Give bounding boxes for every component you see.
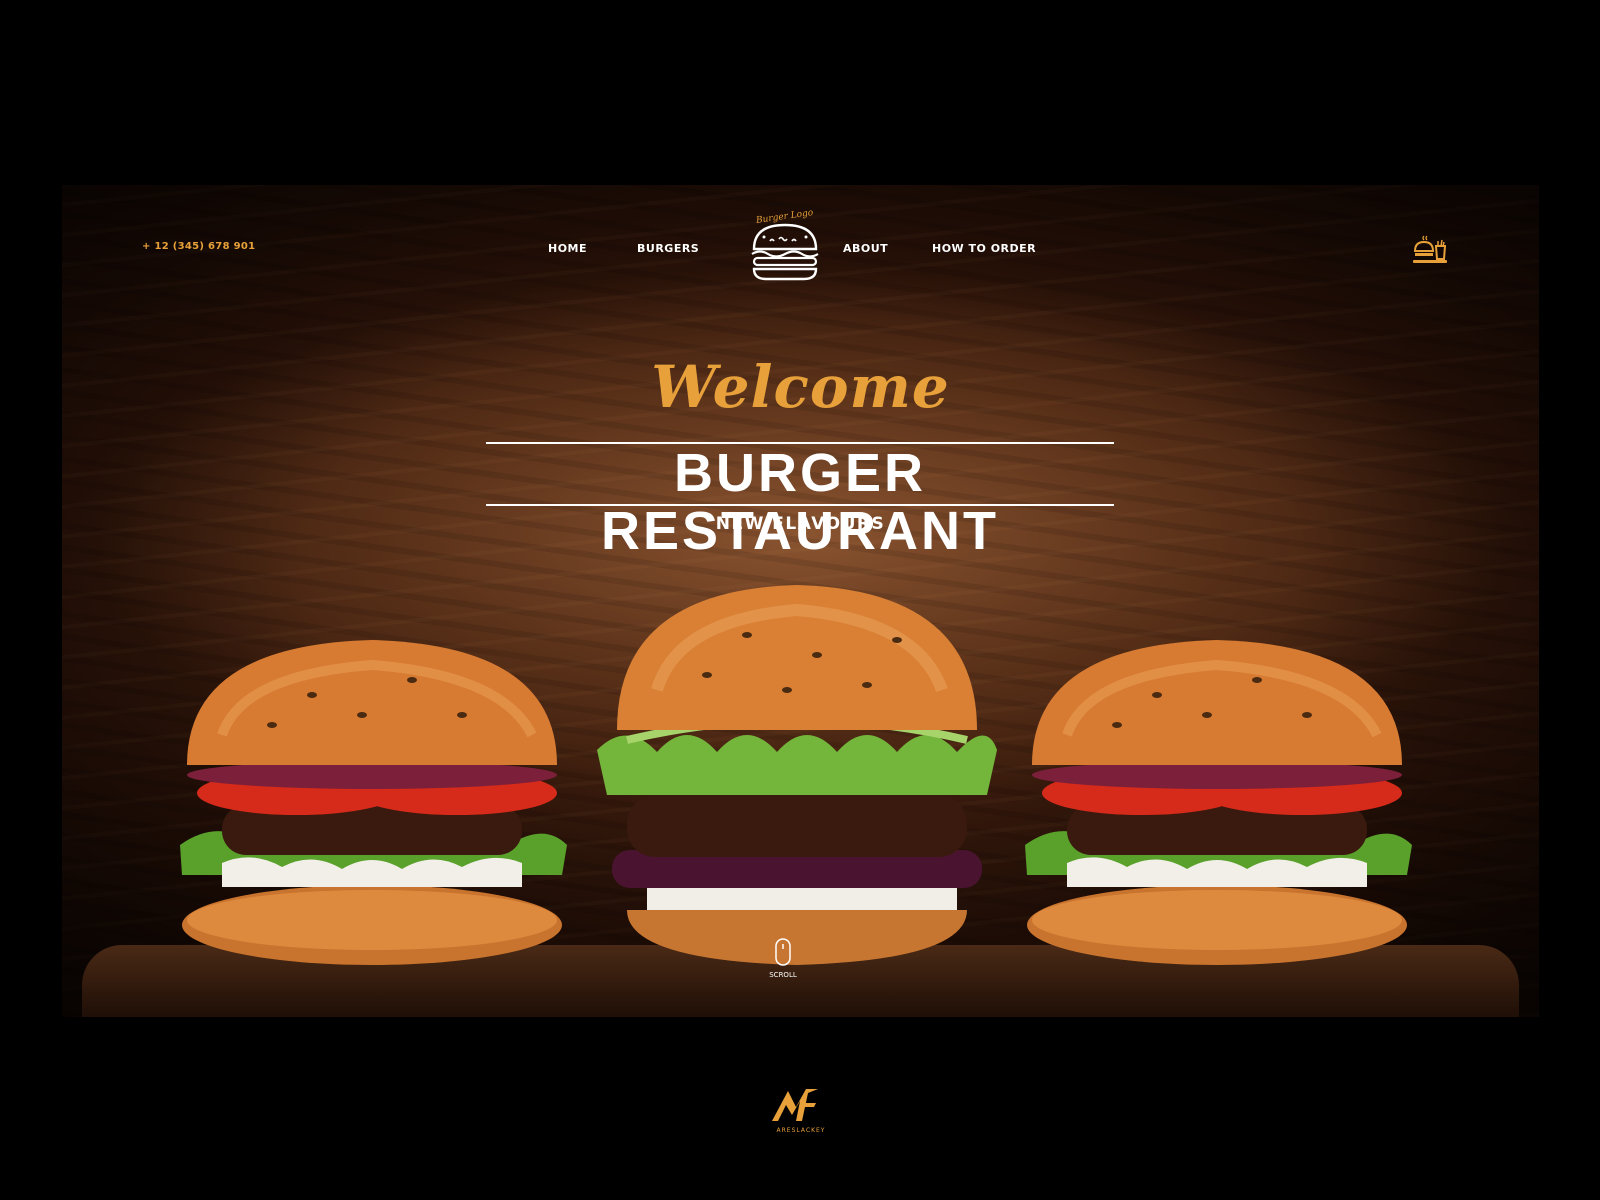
nav-about[interactable]: ABOUT <box>843 242 888 255</box>
page-title: BURGER RESTAURANT <box>601 443 999 561</box>
hero-section: + 12 (345) 678 901 HOME BURGERS Burger L… <box>62 185 1539 1017</box>
food-tray-icon[interactable] <box>1412 234 1448 264</box>
burger-image-center <box>597 585 997 965</box>
phone-number[interactable]: + 12 (345) 678 901 <box>142 241 255 252</box>
scroll-indicator[interactable]: SCROLL <box>768 937 798 987</box>
logo-text: Burger Logo <box>755 208 815 226</box>
nav-home[interactable]: HOME <box>548 242 587 255</box>
title-frame: BURGER RESTAURANT <box>486 442 1114 560</box>
welcome-heading: Welcome <box>651 353 950 421</box>
nav-burgers[interactable]: BURGERS <box>637 242 699 255</box>
af-monogram-icon: ARESLACKEY <box>772 1089 826 1134</box>
scroll-label: SCROLL <box>769 971 797 979</box>
burger-logo-icon[interactable]: Burger Logo <box>746 207 824 283</box>
burger-image-right <box>1025 640 1412 965</box>
page-subtitle: NEW FLAVOURS <box>715 514 886 534</box>
nav-how-to-order[interactable]: HOW TO ORDER <box>932 242 1036 255</box>
brand-caption: ARESLACKEY <box>777 1127 826 1134</box>
mouse-scroll-icon <box>775 938 791 966</box>
burger-image-left <box>180 640 567 965</box>
